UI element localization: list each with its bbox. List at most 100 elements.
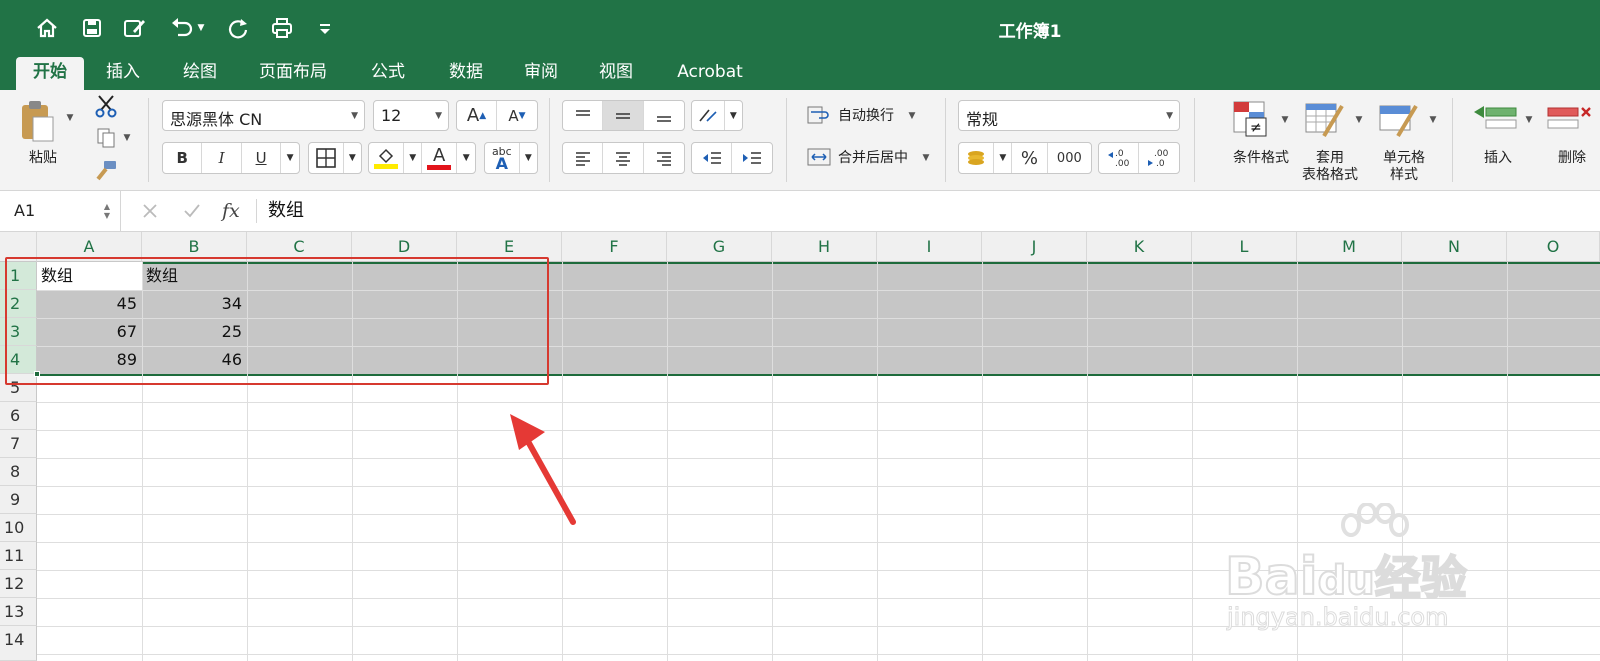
currency-dropdown-icon[interactable]: ▼ — [994, 143, 1013, 173]
column-header-h[interactable]: H — [772, 232, 877, 262]
row-header-14[interactable]: 14 — [0, 626, 37, 661]
conditional-format-label[interactable]: 条件格式 — [1228, 150, 1294, 167]
increase-decimal-icon[interactable]: .0.00 — [1099, 143, 1140, 173]
decrease-font-button[interactable]: A ▼ — [497, 101, 537, 130]
decrease-decimal-icon[interactable]: .00.0 — [1139, 143, 1179, 173]
font-name-select[interactable]: 思源黑体 CN ▼ — [162, 100, 365, 131]
border-dropdown-icon[interactable]: ▼ — [344, 143, 361, 173]
increase-indent-icon[interactable] — [732, 143, 772, 173]
gridline — [667, 262, 668, 661]
format-as-table-icon[interactable] — [1304, 100, 1346, 140]
row-header-11[interactable]: 11 — [0, 542, 37, 570]
conditional-format-dropdown-icon[interactable]: ▼ — [1280, 114, 1290, 126]
cell-styles-dropdown-icon[interactable]: ▼ — [1428, 114, 1438, 126]
row-header-9[interactable]: 9 — [0, 486, 37, 514]
cut-icon[interactable] — [92, 92, 120, 120]
tab-draw[interactable]: 绘图 — [172, 57, 228, 90]
tab-acrobat[interactable]: Acrobat — [668, 57, 752, 90]
paste-dropdown-icon[interactable]: ▼ — [64, 112, 76, 124]
tab-insert[interactable]: 插入 — [95, 57, 151, 90]
column-header-o[interactable]: O — [1507, 232, 1600, 262]
row-header-6[interactable]: 6 — [0, 402, 37, 430]
text-orientation-icon[interactable] — [692, 101, 725, 130]
column-header-n[interactable]: N — [1402, 232, 1507, 262]
copy-icon[interactable] — [92, 124, 120, 152]
orientation-dropdown-icon[interactable]: ▼ — [725, 101, 742, 130]
fill-color-icon[interactable] — [369, 143, 405, 173]
align-bottom-icon[interactable] — [644, 101, 684, 130]
formula-input[interactable]: 数组 — [268, 191, 304, 231]
increase-font-button[interactable]: A ▲ — [457, 101, 498, 130]
delete-label[interactable]: 删除 — [1550, 150, 1594, 167]
svg-text:.0: .0 — [1156, 159, 1165, 169]
insert-cells-icon[interactable] — [1472, 102, 1518, 138]
format-as-table-label[interactable]: 套用 表格格式 — [1298, 150, 1362, 184]
tab-page-layout[interactable]: 页面布局 — [250, 57, 336, 90]
insert-dropdown-icon[interactable]: ▼ — [1524, 114, 1534, 126]
row-header-12[interactable]: 12 — [0, 570, 37, 598]
fill-color-swatch — [374, 163, 399, 169]
insert-label[interactable]: 插入 — [1476, 150, 1520, 167]
row-header-10[interactable]: 10 — [0, 514, 37, 542]
row-header-7[interactable]: 7 — [0, 430, 37, 458]
title-wrap: 工作簿1 — [0, 0, 1600, 60]
color-group: ▼ A ▼ — [368, 142, 476, 174]
name-box-stepper-icon[interactable]: ▲ ▼ — [100, 197, 114, 225]
cell-styles-label[interactable]: 单元格 样式 — [1372, 150, 1436, 184]
column-header-m[interactable]: M — [1297, 232, 1402, 262]
align-middle-icon[interactable] — [603, 101, 644, 130]
align-left-icon[interactable] — [563, 143, 604, 173]
decrease-indent-icon[interactable] — [692, 143, 733, 173]
wrap-text-icon[interactable] — [806, 104, 832, 126]
column-header-l[interactable]: L — [1192, 232, 1297, 262]
italic-button[interactable]: I — [202, 143, 242, 173]
row-header-13[interactable]: 13 — [0, 598, 37, 626]
paste-icon[interactable] — [18, 98, 58, 146]
thousands-button[interactable]: 000 — [1048, 143, 1091, 173]
align-right-icon[interactable] — [644, 143, 684, 173]
horizontal-align-group — [562, 142, 685, 174]
fill-dropdown-icon[interactable]: ▼ — [404, 143, 422, 173]
row-header-8[interactable]: 8 — [0, 458, 37, 486]
cancel-icon[interactable] — [138, 199, 162, 223]
column-header-g[interactable]: G — [667, 232, 772, 262]
conditional-format-icon[interactable]: ≠ — [1232, 100, 1272, 140]
currency-icon[interactable] — [959, 143, 995, 173]
phonetic-dropdown-icon[interactable]: ▼ — [520, 143, 537, 173]
wrap-dropdown-icon[interactable]: ▼ — [906, 110, 918, 122]
font-size-select[interactable]: 12 ▼ — [373, 100, 449, 131]
fx-icon[interactable]: fx — [222, 191, 240, 231]
phonetic-icon[interactable]: abc A — [485, 143, 520, 173]
percent-button[interactable]: % — [1012, 143, 1048, 173]
format-table-dropdown-icon[interactable]: ▼ — [1354, 114, 1364, 126]
column-header-j[interactable]: J — [982, 232, 1087, 262]
align-top-icon[interactable] — [563, 101, 604, 130]
confirm-icon[interactable] — [180, 199, 204, 223]
merge-center-icon[interactable] — [806, 146, 832, 168]
underline-button[interactable]: U — [242, 143, 282, 173]
worksheet-grid[interactable]: A B C D E F G H I J K L M N O 1 2 3 4 5 … — [0, 232, 1600, 661]
font-color-icon[interactable]: A — [422, 143, 458, 173]
border-icon[interactable] — [309, 143, 344, 173]
watermark-cn: 经验 — [1374, 550, 1468, 606]
tab-formulas[interactable]: 公式 — [360, 57, 416, 90]
tab-home[interactable]: 开始 — [16, 57, 84, 90]
number-format-select[interactable]: 常规 ▼ — [958, 100, 1180, 131]
column-header-i[interactable]: I — [877, 232, 982, 262]
font-color-dropdown-icon[interactable]: ▼ — [457, 143, 475, 173]
merge-dropdown-icon[interactable]: ▼ — [920, 152, 932, 164]
delete-cells-icon[interactable] — [1546, 102, 1592, 138]
bold-button[interactable]: B — [163, 143, 203, 173]
tab-review[interactable]: 审阅 — [513, 57, 569, 90]
column-header-k[interactable]: K — [1087, 232, 1192, 262]
tab-data[interactable]: 数据 — [438, 57, 494, 90]
cell-styles-icon[interactable] — [1378, 100, 1420, 140]
merge-center-label[interactable]: 合并后居中 — [838, 150, 908, 167]
align-center-icon[interactable] — [603, 143, 644, 173]
copy-dropdown-icon[interactable]: ▼ — [122, 132, 132, 144]
underline-dropdown-icon[interactable]: ▼ — [281, 143, 299, 173]
wrap-text-label[interactable]: 自动换行 — [838, 108, 894, 125]
format-painter-icon[interactable] — [92, 156, 120, 184]
column-header-f[interactable]: F — [562, 232, 667, 262]
tab-view[interactable]: 视图 — [588, 57, 644, 90]
